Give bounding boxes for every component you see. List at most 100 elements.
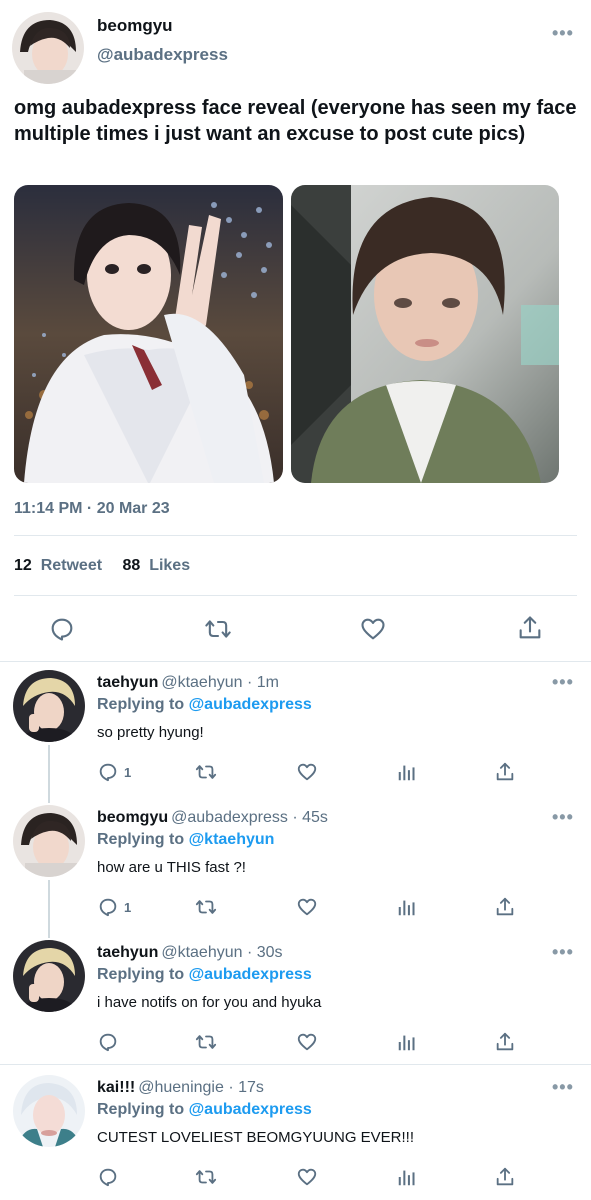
reply-action-bar: 1: [97, 896, 557, 918]
replying-to-prefix: Replying to: [97, 696, 185, 713]
share-icon: [496, 1032, 514, 1051]
reply-author-name[interactable]: taehyun: [97, 944, 158, 961]
retweet-button[interactable]: [194, 896, 218, 923]
reply-action-bar: [97, 1166, 557, 1188]
retweet-button[interactable]: [194, 1166, 218, 1193]
reply-icon: [99, 1033, 117, 1052]
retweet-count: 12: [14, 557, 32, 574]
reply-header: taehyun @ktaehyun · 1m: [97, 674, 279, 692]
reply-button[interactable]: [97, 1031, 119, 1058]
reply-action-bar: 1: [97, 761, 557, 783]
divider: [14, 595, 577, 596]
likes-stat[interactable]: 88 Likes: [123, 557, 191, 574]
replying-to: Replying to @ktaehyun: [97, 831, 274, 849]
more-options-icon[interactable]: •••: [552, 1078, 574, 1096]
analytics-button[interactable]: [396, 896, 418, 923]
like-button[interactable]: [296, 1166, 318, 1193]
reply-avatar[interactable]: [13, 670, 85, 742]
share-button[interactable]: [516, 614, 544, 642]
reply-author-name[interactable]: kai!!!: [97, 1079, 135, 1096]
heart-icon: [297, 1168, 317, 1186]
share-button[interactable]: [494, 1166, 516, 1193]
divider: [0, 1064, 591, 1065]
replying-to: Replying to @aubadexpress: [97, 966, 312, 984]
heart-icon: [297, 1033, 317, 1051]
analytics-icon: [398, 1170, 415, 1186]
replying-to-link[interactable]: @aubadexpress: [189, 1101, 312, 1118]
author-name[interactable]: beomgyu: [97, 16, 173, 36]
replying-to-link[interactable]: @ktaehyun: [189, 831, 275, 848]
like-button[interactable]: [296, 896, 318, 923]
reply-action-bar: [97, 1031, 557, 1053]
heart-icon: [297, 763, 317, 781]
analytics-icon: [398, 900, 415, 916]
reply-author-handle[interactable]: @ktaehyun · 1m: [161, 674, 279, 691]
reply-text: so pretty hyung!: [97, 724, 204, 741]
tweet-timestamp[interactable]: 11:14 PM · 20 Mar 23: [14, 500, 170, 518]
reply-count: 1: [124, 900, 132, 915]
share-button[interactable]: [494, 761, 516, 788]
retweet-button[interactable]: [194, 761, 218, 788]
analytics-button[interactable]: [396, 1031, 418, 1058]
retweet-stat-label: Retweet: [40, 557, 103, 574]
reply-icon: [51, 618, 73, 641]
reply-text: CUTEST LOVELIEST BEOMGYUUNG EVER!!!: [97, 1129, 415, 1146]
analytics-icon: [398, 765, 415, 781]
share-button[interactable]: [494, 896, 516, 923]
share-icon: [496, 1167, 514, 1186]
replying-to: Replying to @aubadexpress: [97, 1101, 312, 1119]
retweet-icon: [205, 620, 231, 638]
reply-author-handle[interactable]: @aubadexpress · 45s: [171, 809, 328, 826]
reply-button[interactable]: [97, 761, 119, 788]
retweet-stat[interactable]: 12 Retweet: [14, 557, 102, 574]
reply-text: i have notifs on for you and hyuka: [97, 994, 322, 1011]
reply-icon: [99, 898, 117, 917]
author-handle[interactable]: @aubadexpress: [97, 45, 228, 65]
reply-button[interactable]: [97, 896, 119, 923]
replying-to: Replying to @aubadexpress: [97, 696, 312, 714]
reply-author-handle[interactable]: @hueningie · 17s: [138, 1079, 264, 1096]
engagement-stats: 12 Retweet 88 Likes: [14, 557, 190, 575]
replying-to-link[interactable]: @aubadexpress: [189, 696, 312, 713]
like-button[interactable]: [296, 761, 318, 788]
reply-icon: [99, 1168, 117, 1187]
reply-button[interactable]: [48, 615, 76, 643]
tweet-photo-2[interactable]: [291, 185, 559, 483]
reply-author-name[interactable]: taehyun: [97, 674, 158, 691]
reply-avatar[interactable]: [13, 940, 85, 1012]
retweet-button[interactable]: [194, 1031, 218, 1058]
share-icon: [519, 616, 541, 639]
replying-to-link[interactable]: @aubadexpress: [189, 966, 312, 983]
reply-author-handle[interactable]: @ktaehyun · 30s: [161, 944, 282, 961]
more-options-icon[interactable]: •••: [552, 808, 574, 826]
like-button[interactable]: [296, 1031, 318, 1058]
reply-text: how are u THIS fast ?!: [97, 859, 246, 876]
reply-author-name[interactable]: beomgyu: [97, 809, 168, 826]
reply-avatar[interactable]: [13, 805, 85, 877]
reply-count: 1: [124, 765, 132, 780]
reply-header: taehyun @ktaehyun · 30s: [97, 944, 283, 962]
reply-header: kai!!! @hueningie · 17s: [97, 1079, 264, 1097]
thread-line: [48, 880, 50, 938]
likes-stat-label: Likes: [149, 557, 191, 574]
share-button[interactable]: [494, 1031, 516, 1058]
tweet-photo-1[interactable]: [14, 185, 283, 483]
divider: [0, 661, 591, 662]
retweet-button[interactable]: [203, 615, 233, 643]
more-options-icon[interactable]: •••: [552, 943, 574, 961]
analytics-button[interactable]: [396, 761, 418, 788]
author-avatar[interactable]: [12, 12, 84, 84]
replying-to-prefix: Replying to: [97, 831, 185, 848]
share-icon: [496, 897, 514, 916]
reply-button[interactable]: [97, 1166, 119, 1193]
heart-icon: [361, 618, 385, 640]
more-options-icon[interactable]: •••: [552, 673, 574, 691]
share-icon: [496, 762, 514, 781]
retweet-icon: [195, 765, 217, 779]
like-button[interactable]: [359, 615, 387, 643]
thread-line: [48, 745, 50, 803]
divider: [14, 535, 577, 536]
more-options-icon[interactable]: •••: [552, 24, 574, 42]
analytics-button[interactable]: [396, 1166, 418, 1193]
reply-avatar[interactable]: [13, 1075, 85, 1147]
